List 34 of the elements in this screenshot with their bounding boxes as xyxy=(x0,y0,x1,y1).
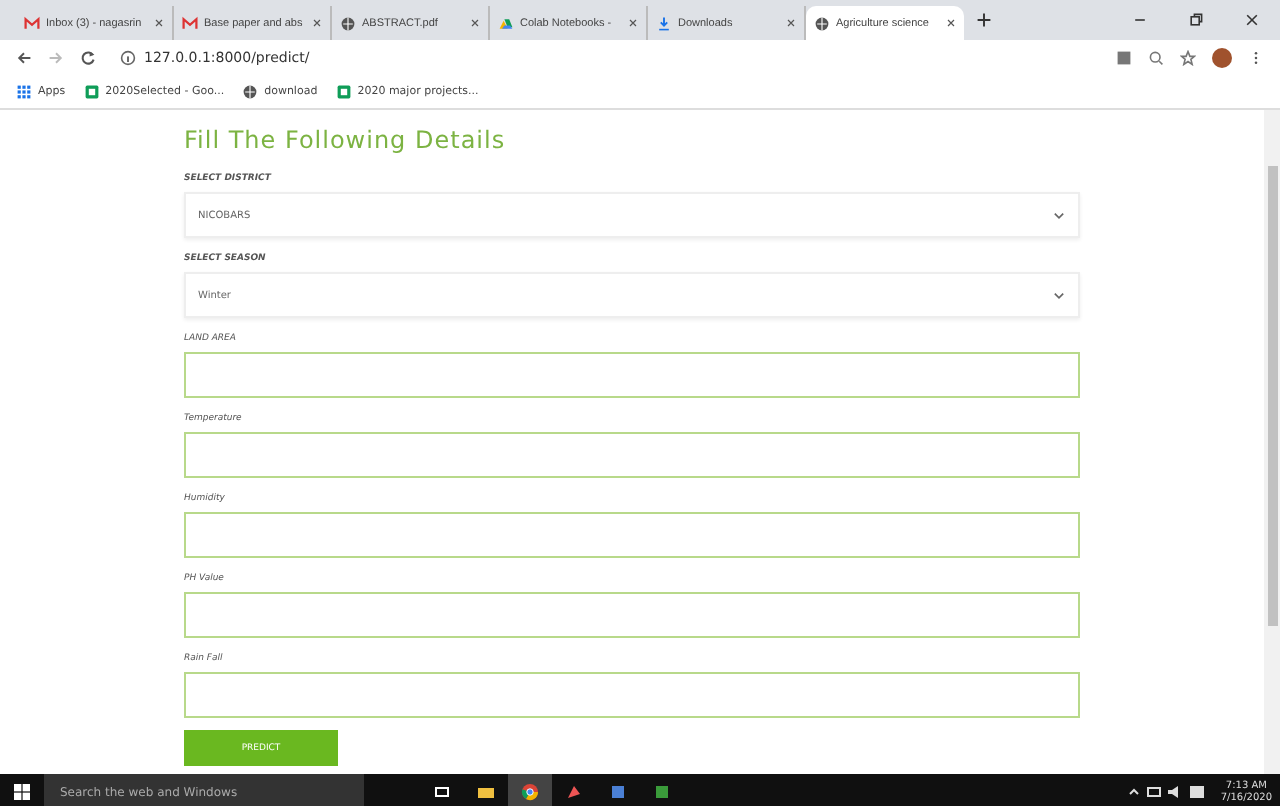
new-tab-icon[interactable] xyxy=(976,12,992,28)
form-title: Fill The Following Details xyxy=(184,126,508,154)
download-icon xyxy=(656,15,672,31)
avatar-icon[interactable] xyxy=(1212,48,1232,68)
star-icon[interactable] xyxy=(1180,50,1196,66)
close-icon[interactable] xyxy=(470,18,480,28)
chevron-down-icon xyxy=(1052,288,1066,302)
triangle-icon xyxy=(498,15,514,31)
sheet-icon xyxy=(335,84,352,100)
sheet-icon xyxy=(83,84,100,100)
input-field[interactable] xyxy=(184,592,1080,638)
close-icon[interactable] xyxy=(786,18,796,28)
scrollbar-thumb[interactable] xyxy=(1267,166,1277,626)
input-field[interactable] xyxy=(184,352,1080,398)
chrome-icon[interactable] xyxy=(508,774,552,806)
globe-icon xyxy=(340,15,356,31)
chevron-down-icon xyxy=(1052,208,1066,222)
close-icon[interactable] xyxy=(946,18,956,28)
input-field[interactable] xyxy=(184,512,1080,558)
reload-icon[interactable] xyxy=(80,50,96,66)
mail-icon xyxy=(182,15,198,31)
globe-icon xyxy=(242,84,259,100)
input-field[interactable] xyxy=(184,672,1080,718)
system-tray-icons[interactable] xyxy=(1128,782,1209,802)
globe-icon xyxy=(814,15,830,31)
mail-icon xyxy=(24,15,40,31)
close-icon[interactable] xyxy=(628,18,638,28)
apps-grid-icon xyxy=(16,84,32,100)
zoom-icon[interactable] xyxy=(1148,50,1164,66)
close-icon[interactable] xyxy=(154,18,164,28)
back-icon[interactable] xyxy=(16,50,32,66)
input-field[interactable] xyxy=(184,432,1080,478)
close-icon[interactable] xyxy=(312,18,322,28)
info-icon xyxy=(120,50,136,66)
